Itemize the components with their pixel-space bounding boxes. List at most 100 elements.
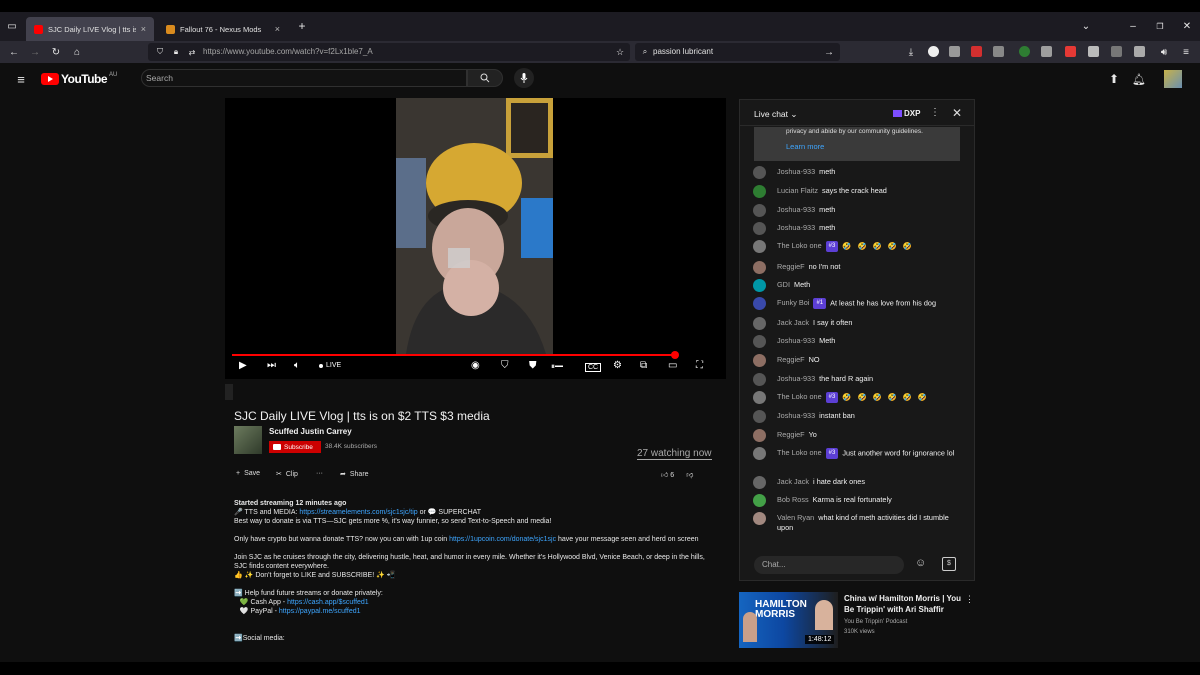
- tts-link[interactable]: https://streamelements.com/sjc1sjc/tip: [299, 509, 417, 516]
- lock-icon[interactable]: 🔒︎: [168, 44, 184, 60]
- chat-avatar[interactable]: [753, 410, 766, 423]
- cashapp-link[interactable]: https://cash.app/$scuffed1: [287, 599, 369, 606]
- chat-avatar[interactable]: [753, 429, 766, 442]
- chat-mode-dropdown[interactable]: Live chat ⌄: [754, 109, 798, 120]
- extension-icon[interactable]: [928, 46, 939, 57]
- youtube-search-button[interactable]: [467, 69, 503, 87]
- bookmark-star-icon[interactable]: ☆: [612, 44, 628, 60]
- close-chat-icon[interactable]: ✕: [952, 106, 962, 120]
- home-icon[interactable]: ⌂: [69, 44, 85, 60]
- video-player[interactable]: ▶ ⏭ 🔈︎ LIVE ◉ ⛉ ⛊ ⏸━ CC ⚙ ⧉ ▭ ⛶: [225, 98, 726, 379]
- chat-username[interactable]: Joshua-933: [777, 336, 815, 345]
- url-bar[interactable]: ⛉ 🔒︎ ⇄ https://www.youtube.com/watch?v=f…: [148, 43, 630, 61]
- extension-icon[interactable]: [971, 46, 982, 57]
- progress-scrubber[interactable]: [671, 351, 680, 359]
- paypal-link[interactable]: https://paypal.me/scuffed1: [279, 608, 361, 615]
- play-icon[interactable]: ▶: [239, 360, 247, 371]
- settings-gear-icon[interactable]: ⚙: [613, 360, 622, 371]
- chat-avatar[interactable]: [753, 391, 766, 404]
- save-button[interactable]: + Save: [236, 470, 260, 477]
- fullscreen-icon[interactable]: ⛶: [696, 360, 703, 371]
- chat-avatar[interactable]: [753, 166, 766, 179]
- video-description[interactable]: Started streaming 12 minutes ago 🎤 TTS a…: [234, 499, 719, 652]
- chat-avatar[interactable]: [753, 447, 766, 460]
- tab-youtube[interactable]: SJC Daily LIVE Vlog | tts is on $2 ×: [26, 17, 154, 41]
- eye-icon[interactable]: ◉: [471, 360, 480, 371]
- downloads-icon[interactable]: ⤓: [903, 44, 919, 60]
- reload-icon[interactable]: ↻: [48, 44, 64, 60]
- list-all-tabs-icon[interactable]: ⌄: [1078, 18, 1094, 34]
- clip-button[interactable]: ✂ Clip: [276, 470, 298, 479]
- extension-icon[interactable]: [993, 46, 1004, 57]
- account-avatar[interactable]: [1164, 70, 1182, 88]
- tab-nexus-mods[interactable]: Fallout 76 - Nexus Mods ×: [158, 17, 288, 41]
- super-chat-icon[interactable]: $: [942, 557, 956, 571]
- chat-avatar[interactable]: [753, 297, 766, 310]
- permissions-icon[interactable]: ⇄: [184, 44, 200, 60]
- more-options-icon[interactable]: ⋮: [965, 594, 974, 605]
- chat-username[interactable]: Joshua-933: [777, 411, 815, 420]
- volume-icon[interactable]: 🔈︎: [294, 360, 300, 371]
- like-button[interactable]: 👍︎ 6: [661, 470, 674, 479]
- chat-username[interactable]: Valen Ryan: [777, 513, 814, 522]
- chat-avatar[interactable]: [753, 494, 766, 507]
- youtube-logo[interactable]: YouTube AU: [41, 72, 117, 86]
- more-actions-button[interactable]: ···: [316, 470, 323, 477]
- recommended-title[interactable]: China w/ Hamilton Morris | You Be Trippi…: [844, 593, 964, 615]
- extension-icon[interactable]: [1041, 46, 1052, 57]
- chat-username[interactable]: Joshua-933: [777, 205, 815, 214]
- extension-icon[interactable]: [1065, 46, 1076, 57]
- minimize-icon[interactable]: –: [1125, 18, 1141, 34]
- extension-icon[interactable]: [1088, 46, 1099, 57]
- close-tab-icon[interactable]: ×: [275, 24, 280, 34]
- learn-more-link[interactable]: Learn more: [786, 142, 824, 151]
- chat-avatar[interactable]: [753, 373, 766, 386]
- dislike-button[interactable]: 👎︎: [686, 470, 693, 479]
- extension-icon[interactable]: [1019, 46, 1030, 57]
- chat-username[interactable]: Jack Jack: [777, 477, 809, 486]
- recommended-channel[interactable]: You Be Trippin' Podcast: [844, 619, 907, 625]
- notifications-bell-icon[interactable]: 🔔︎: [1131, 71, 1147, 87]
- voice-search-button[interactable]: [514, 68, 534, 88]
- captions-icon[interactable]: CC: [585, 363, 602, 372]
- progress-bar[interactable]: [232, 354, 676, 356]
- chat-avatar[interactable]: [753, 261, 766, 274]
- chat-avatar[interactable]: [753, 476, 766, 489]
- forward-icon[interactable]: →: [27, 44, 43, 60]
- new-tab-button[interactable]: +: [294, 18, 310, 34]
- extension-icon[interactable]: [1111, 46, 1122, 57]
- crypto-link[interactable]: https://1upcoin.com/donate/sjc1sjc: [449, 536, 556, 543]
- chat-username[interactable]: Joshua-933: [777, 167, 815, 176]
- app-menu-icon[interactable]: ≡: [1178, 44, 1194, 60]
- chat-username[interactable]: Jack Jack: [777, 318, 809, 327]
- upload-icon[interactable]: ⬆: [1106, 71, 1122, 87]
- chat-avatar[interactable]: [753, 317, 766, 330]
- chat-avatar[interactable]: [753, 279, 766, 292]
- chat-avatar[interactable]: [753, 512, 766, 525]
- restore-icon[interactable]: ❐: [1152, 18, 1168, 34]
- hamburger-menu-icon[interactable]: ≡: [13, 71, 29, 87]
- shield-check-icon[interactable]: ⛊: [529, 360, 537, 371]
- more-options-icon[interactable]: ⋮: [930, 107, 940, 118]
- chat-avatar[interactable]: [753, 240, 766, 253]
- volume-icon[interactable]: 🔊︎: [1156, 44, 1172, 60]
- chat-avatar[interactable]: [753, 185, 766, 198]
- chat-avatar[interactable]: [753, 222, 766, 235]
- tab-list-icon[interactable]: ▭: [4, 18, 20, 34]
- chat-username[interactable]: Lucian Flaitz: [777, 186, 818, 195]
- live-indicator[interactable]: LIVE: [319, 362, 341, 369]
- miniplayer-icon[interactable]: ⧉: [640, 360, 647, 371]
- chat-avatar[interactable]: [753, 335, 766, 348]
- chat-avatar[interactable]: [753, 354, 766, 367]
- chat-username[interactable]: ReggieF: [777, 262, 805, 271]
- chat-username[interactable]: ReggieF: [777, 430, 805, 439]
- chat-username[interactable]: Joshua-933: [777, 374, 815, 383]
- chat-username[interactable]: The Loko one: [777, 392, 822, 401]
- scroll-handle[interactable]: [225, 384, 233, 400]
- extension-icon[interactable]: [1134, 46, 1145, 57]
- close-tab-icon[interactable]: ×: [141, 24, 146, 34]
- chat-username[interactable]: Bob Ross: [777, 495, 809, 504]
- theater-mode-icon[interactable]: ▭: [668, 360, 677, 371]
- chat-username[interactable]: ReggieF: [777, 355, 805, 364]
- extension-icon[interactable]: [949, 46, 960, 57]
